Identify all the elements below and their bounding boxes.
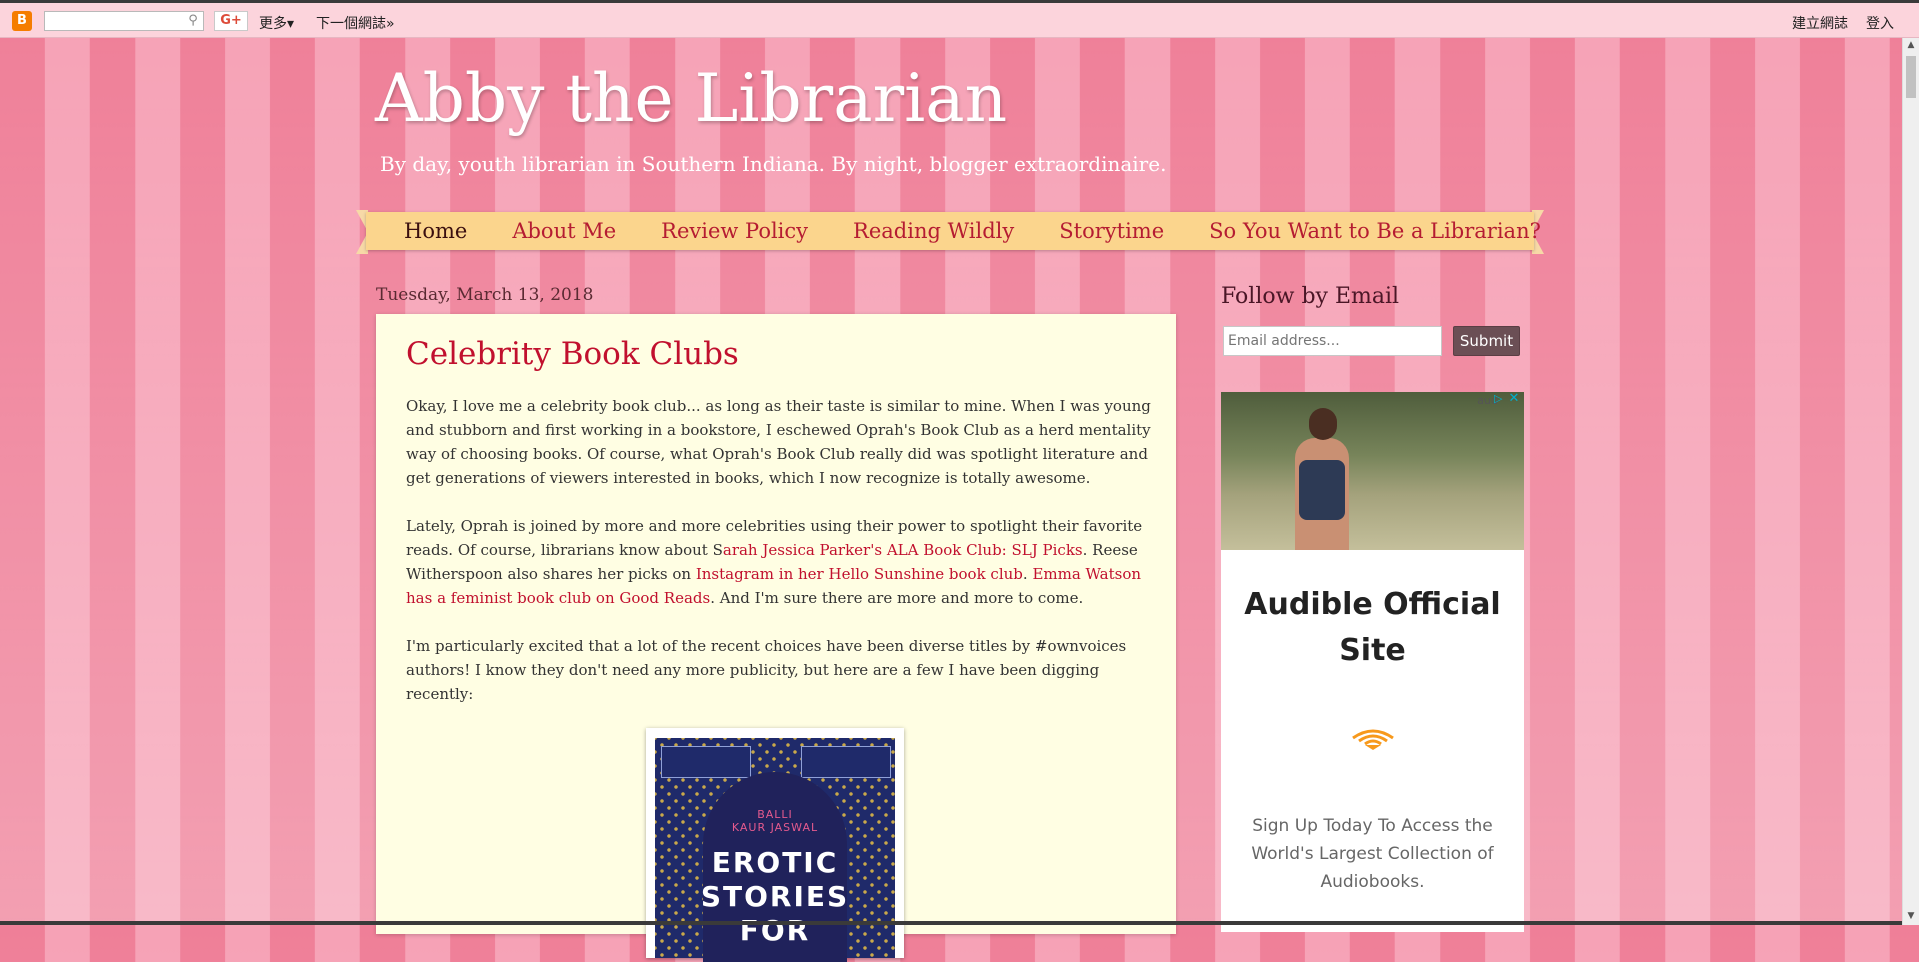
window-bottom-edge: [0, 921, 1902, 925]
book-title-line-1: EROTIC: [711, 846, 839, 879]
post: Celebrity Book Clubs Okay, I love me a c…: [376, 314, 1176, 962]
tab-about-me[interactable]: About Me: [512, 219, 616, 243]
book-title: EROTIC STORIES FOR: [655, 846, 895, 948]
search-icon[interactable]: ⚲: [182, 11, 204, 31]
scroll-up-icon[interactable]: ▲: [1906, 40, 1916, 52]
email-field[interactable]: [1223, 326, 1442, 356]
scrollbar-thumb[interactable]: [1906, 56, 1916, 98]
sjp-book-club-link[interactable]: arah Jessica Parker's ALA Book Club: SLJ…: [723, 541, 1083, 559]
navbar-search-input[interactable]: [44, 11, 204, 31]
tab-reading-wildly[interactable]: Reading Wildly: [853, 219, 1014, 243]
blog-title[interactable]: Abby the Librarian: [375, 60, 1007, 137]
post-paragraph-2: Lately, Oprah is joined by more and more…: [406, 514, 1151, 610]
runner-top: [1299, 460, 1345, 520]
scroll-down-icon[interactable]: ▼: [1906, 911, 1916, 923]
ad-image-runner[interactable]: aud ▷ ✕: [1221, 392, 1524, 550]
post-date: Tuesday, March 13, 2018: [376, 285, 594, 305]
book-author: BALLI KAUR JASWAL: [655, 808, 895, 834]
runner-figure: [1281, 398, 1353, 550]
cover-blurb-right: [801, 746, 891, 778]
book-cover-art: BALLI KAUR JASWAL EROTIC STORIES FOR: [655, 738, 895, 962]
cover-blurb-left: [661, 746, 751, 778]
book-title-line-2: STORIES: [700, 880, 850, 913]
follow-by-email-title: Follow by Email: [1221, 284, 1400, 309]
post-title[interactable]: Celebrity Book Clubs: [406, 336, 739, 372]
tab-home[interactable]: Home: [404, 219, 467, 243]
post-text: . And I'm sure there are more and more t…: [710, 589, 1084, 607]
next-blog-link[interactable]: 下一個網誌»: [316, 13, 395, 33]
tab-review-policy[interactable]: Review Policy: [661, 219, 808, 243]
audible-logo-icon: [1352, 729, 1394, 750]
more-menu-button[interactable]: 更多▾: [259, 13, 294, 33]
post-paragraph-1: Okay, I love me a celebrity book club...…: [406, 397, 1151, 487]
page-scrollbar[interactable]: ▲ ▼: [1902, 38, 1919, 925]
audible-ad[interactable]: aud ▷ ✕ Audible Official Site Sign Up To…: [1221, 392, 1524, 932]
page-tabs: Home About Me Review Policy Reading Wild…: [366, 212, 1541, 250]
blogger-logo-icon[interactable]: B: [12, 11, 32, 31]
submit-button[interactable]: Submit: [1453, 326, 1520, 356]
blog-description: By day, youth librarian in Southern Indi…: [380, 152, 1167, 176]
adchoices-icon[interactable]: ▷: [1494, 392, 1506, 406]
ad-copy: Sign Up Today To Access the World's Larg…: [1251, 816, 1494, 892]
tab-so-you-want-to-be-a-librarian[interactable]: So You Want to Be a Librarian?: [1209, 219, 1541, 243]
blogger-navbar: B ⚲ G+ 更多▾ 下一個網誌» 建立網誌 登入: [0, 0, 1919, 38]
author-line-1: BALLI: [757, 808, 793, 821]
post-body: Okay, I love me a celebrity book club...…: [406, 394, 1151, 730]
post-text: .: [1022, 565, 1033, 583]
book-title-line-3: FOR: [739, 914, 811, 947]
author-line-2: KAUR JASWAL: [731, 821, 819, 834]
close-icon[interactable]: ✕: [1507, 392, 1521, 406]
google-plus-button[interactable]: G+: [214, 11, 248, 31]
ad-headline[interactable]: Audible Official Site: [1221, 582, 1524, 674]
runner-head: [1309, 408, 1337, 440]
login-link[interactable]: 登入: [1866, 13, 1894, 33]
post-paragraph-3: I'm particularly excited that a lot of t…: [406, 637, 1127, 703]
create-blog-link[interactable]: 建立網誌: [1792, 13, 1848, 33]
tab-storytime[interactable]: Storytime: [1059, 219, 1164, 243]
hello-sunshine-link[interactable]: Instagram in her Hello Sunshine book clu…: [696, 565, 1023, 583]
